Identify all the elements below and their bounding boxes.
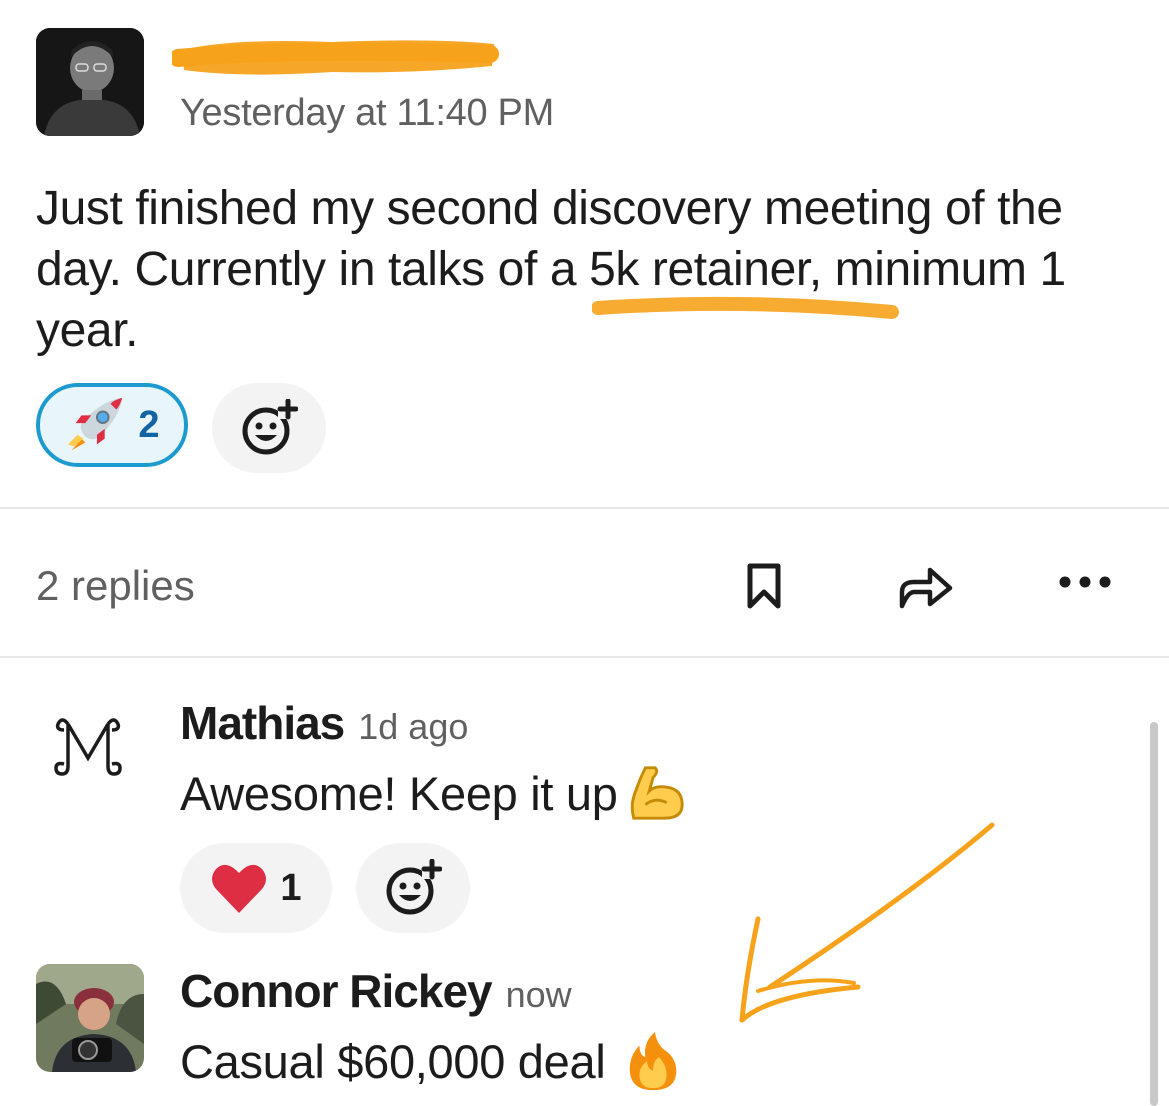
rocket-emoji-icon <box>68 397 123 451</box>
add-reaction-button[interactable] <box>212 383 326 473</box>
divider <box>0 656 1169 658</box>
more-actions-button[interactable] <box>1054 560 1116 604</box>
bookmark-icon <box>747 563 781 609</box>
monogram-logo-icon <box>36 700 144 808</box>
reply-avatar-connor[interactable] <box>36 964 144 1072</box>
reply-author[interactable]: Connor Rickey now <box>180 964 572 1018</box>
reply-text: Casual $60,000 deal <box>180 1034 606 1088</box>
reply-text: Awesome! Keep it up <box>180 766 618 820</box>
more-icon <box>1059 576 1111 588</box>
highlight-underline-annotation <box>592 296 899 319</box>
reply-timestamp[interactable]: 1d ago <box>358 706 468 747</box>
share-arrow-icon <box>899 567 953 609</box>
share-button[interactable] <box>892 556 958 616</box>
reaction-heart[interactable]: 1 <box>180 843 332 933</box>
replies-count[interactable]: 2 replies <box>36 562 195 610</box>
fire-emoji-icon <box>630 1031 677 1091</box>
author-avatar[interactable] <box>36 28 144 136</box>
arrow-annotation <box>739 822 995 1023</box>
add-emoji-icon <box>386 859 442 915</box>
reply-timestamp[interactable]: now <box>506 974 572 1015</box>
divider <box>0 507 1169 509</box>
message-body: Just finished my second discovery meetin… <box>36 182 1066 357</box>
scrollbar[interactable] <box>1150 722 1158 1106</box>
reaction-rocket[interactable]: 2 <box>36 383 188 467</box>
reply-body: Awesome! Keep it up <box>180 762 688 824</box>
message-timestamp[interactable]: Yesterday at 11:40 PM <box>180 92 554 135</box>
add-reaction-button[interactable] <box>356 843 470 933</box>
red-heart-emoji-icon <box>212 864 267 913</box>
reply-author-name[interactable]: Connor Rickey <box>180 965 493 1017</box>
reply-avatar-mathias[interactable] <box>36 700 144 808</box>
save-button[interactable] <box>736 556 792 616</box>
reply-author-name[interactable]: Mathias <box>180 697 345 749</box>
reaction-count: 1 <box>280 866 302 909</box>
reaction-count: 2 <box>138 403 160 446</box>
reply-body: Casual $60,000 deal <box>180 1030 681 1092</box>
add-emoji-icon <box>242 399 298 455</box>
redacted-name-scribble <box>172 40 499 75</box>
reply-author[interactable]: Mathias 1d ago <box>180 696 468 750</box>
flexed-biceps-emoji-icon <box>630 766 684 820</box>
